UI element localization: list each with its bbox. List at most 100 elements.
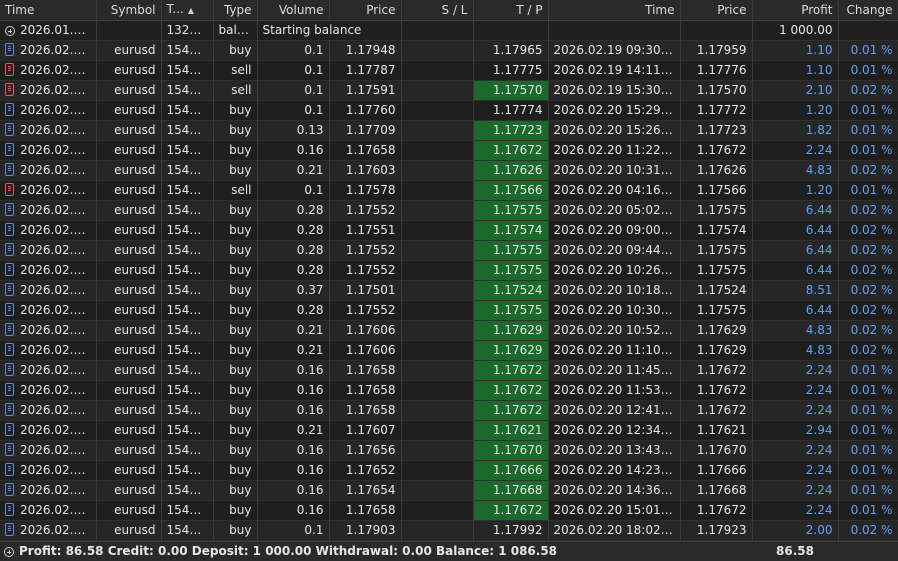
- table-row[interactable]: 2026.02.20 ... eurusd 15442... buy 0.28 1.175…: [0, 260, 898, 281]
- expand-plus-icon[interactable]: [5, 26, 15, 36]
- table-row[interactable]: 2026.02.20 ... eurusd 15446... buy 0.21 1.176…: [0, 420, 898, 441]
- cell-close-price: 1.17668: [680, 480, 753, 501]
- cell-profit: 2.24: [752, 380, 839, 401]
- table-row[interactable]: 2026.02.20 ... eurusd 15445... buy 0.16 1.176…: [0, 380, 898, 401]
- cell-take-profit: 1.17666: [473, 460, 549, 481]
- col-header-price[interactable]: Price: [329, 0, 402, 21]
- sort-ascending-icon: ▲: [187, 6, 195, 15]
- cell-volume: 0.1: [257, 180, 330, 201]
- table-row[interactable]: 2026.02.20 ... eurusd 15435... buy 0.21 1.176…: [0, 160, 898, 181]
- buy-order-icon: [5, 423, 14, 436]
- cell-take-profit: 1.17574: [473, 220, 549, 241]
- col-header-symbol[interactable]: Symbol: [96, 0, 162, 21]
- balance-comment: Starting balance: [257, 20, 402, 41]
- cell-take-profit: 1.17575: [473, 200, 549, 221]
- cell-close-price: 1.17626: [680, 160, 753, 181]
- table-row[interactable]: 2026.02.20 ... eurusd 15449... buy 0.16 1.176…: [0, 480, 898, 501]
- open-time-text: 2026.02.20 ...: [20, 403, 96, 417]
- cell-close-price: 1.17629: [680, 340, 753, 361]
- table-row[interactable]: 2026.02.20 ... eurusd 15446... buy 0.16 1.176…: [0, 440, 898, 461]
- cell-profit: 2.24: [752, 480, 839, 501]
- table-row[interactable]: 2026.02.20 ... eurusd 15443... buy 0.21 1.176…: [0, 340, 898, 361]
- cell-ticket: 15442...: [161, 280, 214, 301]
- cell-open-time: 2026.02.20 ...: [0, 100, 97, 121]
- cell-profit: 6.44: [752, 260, 839, 281]
- table-row[interactable]: 2026.02.20 ... eurusd 15434... buy 0.13 1.177…: [0, 120, 898, 141]
- cell-change: 0.01 %: [838, 420, 898, 441]
- buy-order-icon: [5, 163, 14, 176]
- cell-open-time: 2026.02.19 ...: [0, 80, 97, 101]
- table-row[interactable]: 2026.02.20 ... eurusd 15433... buy 0.1 1.1776…: [0, 100, 898, 121]
- cell-close-time: 2026.02.20 10:30:00: [548, 300, 681, 321]
- table-row[interactable]: 2026.02.20 ... eurusd 15443... buy 0.28 1.175…: [0, 300, 898, 321]
- balance-type: bala...: [213, 20, 258, 41]
- table-row[interactable]: 2026.02.19 ... eurusd 15417... sell 0.1 1.175…: [0, 80, 898, 101]
- buy-order-icon: [5, 243, 14, 256]
- cell-symbol: eurusd: [96, 140, 162, 161]
- table-row[interactable]: 2026.02.20 ... eurusd 15448... buy 0.16 1.176…: [0, 460, 898, 481]
- balance-sl-cell: [401, 20, 474, 41]
- balance-row[interactable]: 2026.01.28 ... 13232... bala... Starting…: [0, 20, 898, 41]
- cell-type: buy: [213, 500, 258, 521]
- cell-type: buy: [213, 480, 258, 501]
- col-header-change[interactable]: Change: [838, 0, 898, 21]
- table-row[interactable]: 2026.02.20 ... eurusd 15436... sell 0.1 1.175…: [0, 180, 898, 201]
- cell-profit: 1.82: [752, 120, 839, 141]
- table-row[interactable]: 2026.02.20 ... eurusd 15443... buy 0.21 1.176…: [0, 320, 898, 341]
- table-row[interactable]: 2026.02.20 ... eurusd 15438... buy 0.28 1.175…: [0, 220, 898, 241]
- table-row[interactable]: 2026.02.20 ... eurusd 15458... buy 0.1 1.1790…: [0, 520, 898, 541]
- cell-volume: 0.16: [257, 460, 330, 481]
- cell-stop-loss: [401, 500, 474, 521]
- cell-close-price: 1.17574: [680, 220, 753, 241]
- buy-order-icon: [5, 223, 14, 236]
- cell-profit: 1.10: [752, 40, 839, 61]
- table-row[interactable]: 2026.02.20 ... eurusd 15450... buy 0.16 1.176…: [0, 500, 898, 521]
- col-header-time[interactable]: Time: [0, 0, 97, 21]
- cell-open-price: 1.17658: [329, 400, 402, 421]
- cell-change: 0.02 %: [838, 320, 898, 341]
- cell-profit: 1.20: [752, 180, 839, 201]
- cell-ticket: 15442...: [161, 260, 214, 281]
- cell-volume: 0.1: [257, 80, 330, 101]
- table-row[interactable]: 2026.02.19 ... eurusd 15415... sell 0.1 1.177…: [0, 60, 898, 81]
- col-header-type[interactable]: Type: [213, 0, 258, 21]
- cell-change: 0.01 %: [838, 380, 898, 401]
- cell-close-time: 2026.02.20 04:16:45: [548, 180, 681, 201]
- cell-volume: 0.16: [257, 400, 330, 421]
- open-time-text: 2026.02.20 ...: [20, 483, 96, 497]
- table-row[interactable]: 2026.02.20 ... eurusd 15442... buy 0.37 1.175…: [0, 280, 898, 301]
- cell-stop-loss: [401, 320, 474, 341]
- cell-profit: 2.94: [752, 420, 839, 441]
- table-row[interactable]: 2026.02.20 ... eurusd 15445... buy 0.16 1.176…: [0, 360, 898, 381]
- cell-change: 0.01 %: [838, 360, 898, 381]
- cell-open-price: 1.17578: [329, 180, 402, 201]
- open-time-text: 2026.02.20 ...: [20, 143, 96, 157]
- table-row[interactable]: 2026.02.20 ... eurusd 15435... buy 0.16 1.176…: [0, 140, 898, 161]
- table-row[interactable]: 2026.02.20 ... eurusd 15441... buy 0.28 1.175…: [0, 240, 898, 261]
- cell-volume: 0.16: [257, 440, 330, 461]
- expand-plus-icon[interactable]: [4, 547, 14, 557]
- col-header-ticket[interactable]: T... ▲: [161, 0, 214, 21]
- col-header-volume[interactable]: Volume: [257, 0, 330, 21]
- table-row[interactable]: 2026.02.20 ... eurusd 15436... buy 0.28 1.175…: [0, 200, 898, 221]
- cell-profit: 2.00: [752, 520, 839, 541]
- sell-order-icon: [5, 83, 14, 96]
- cell-close-time: 2026.02.20 11:22:53: [548, 140, 681, 161]
- cell-take-profit: 1.17566: [473, 180, 549, 201]
- cell-open-time: 2026.02.20 ...: [0, 440, 97, 461]
- cell-open-price: 1.17658: [329, 360, 402, 381]
- col-header-profit[interactable]: Profit: [752, 0, 839, 21]
- col-header-close-time[interactable]: Time: [548, 0, 681, 21]
- col-header-sl[interactable]: S / L: [401, 0, 474, 21]
- col-header-close-price[interactable]: Price: [680, 0, 753, 21]
- cell-close-price: 1.17670: [680, 440, 753, 461]
- cell-type: buy: [213, 300, 258, 321]
- cell-change: 0.01 %: [838, 40, 898, 61]
- trade-history-table: Time Symbol T... ▲ Type Volume Price S / …: [0, 0, 898, 541]
- cell-volume: 0.28: [257, 220, 330, 241]
- col-header-tp[interactable]: T / P: [473, 0, 549, 21]
- table-row[interactable]: 2026.02.20 ... eurusd 15445... buy 0.16 1.176…: [0, 400, 898, 421]
- table-row[interactable]: 2026.02.19 ... eurusd 15408... buy 0.1 1.1794…: [0, 40, 898, 61]
- history-panel: Time Symbol T... ▲ Type Volume Price S / …: [0, 0, 898, 561]
- cell-open-price: 1.17501: [329, 280, 402, 301]
